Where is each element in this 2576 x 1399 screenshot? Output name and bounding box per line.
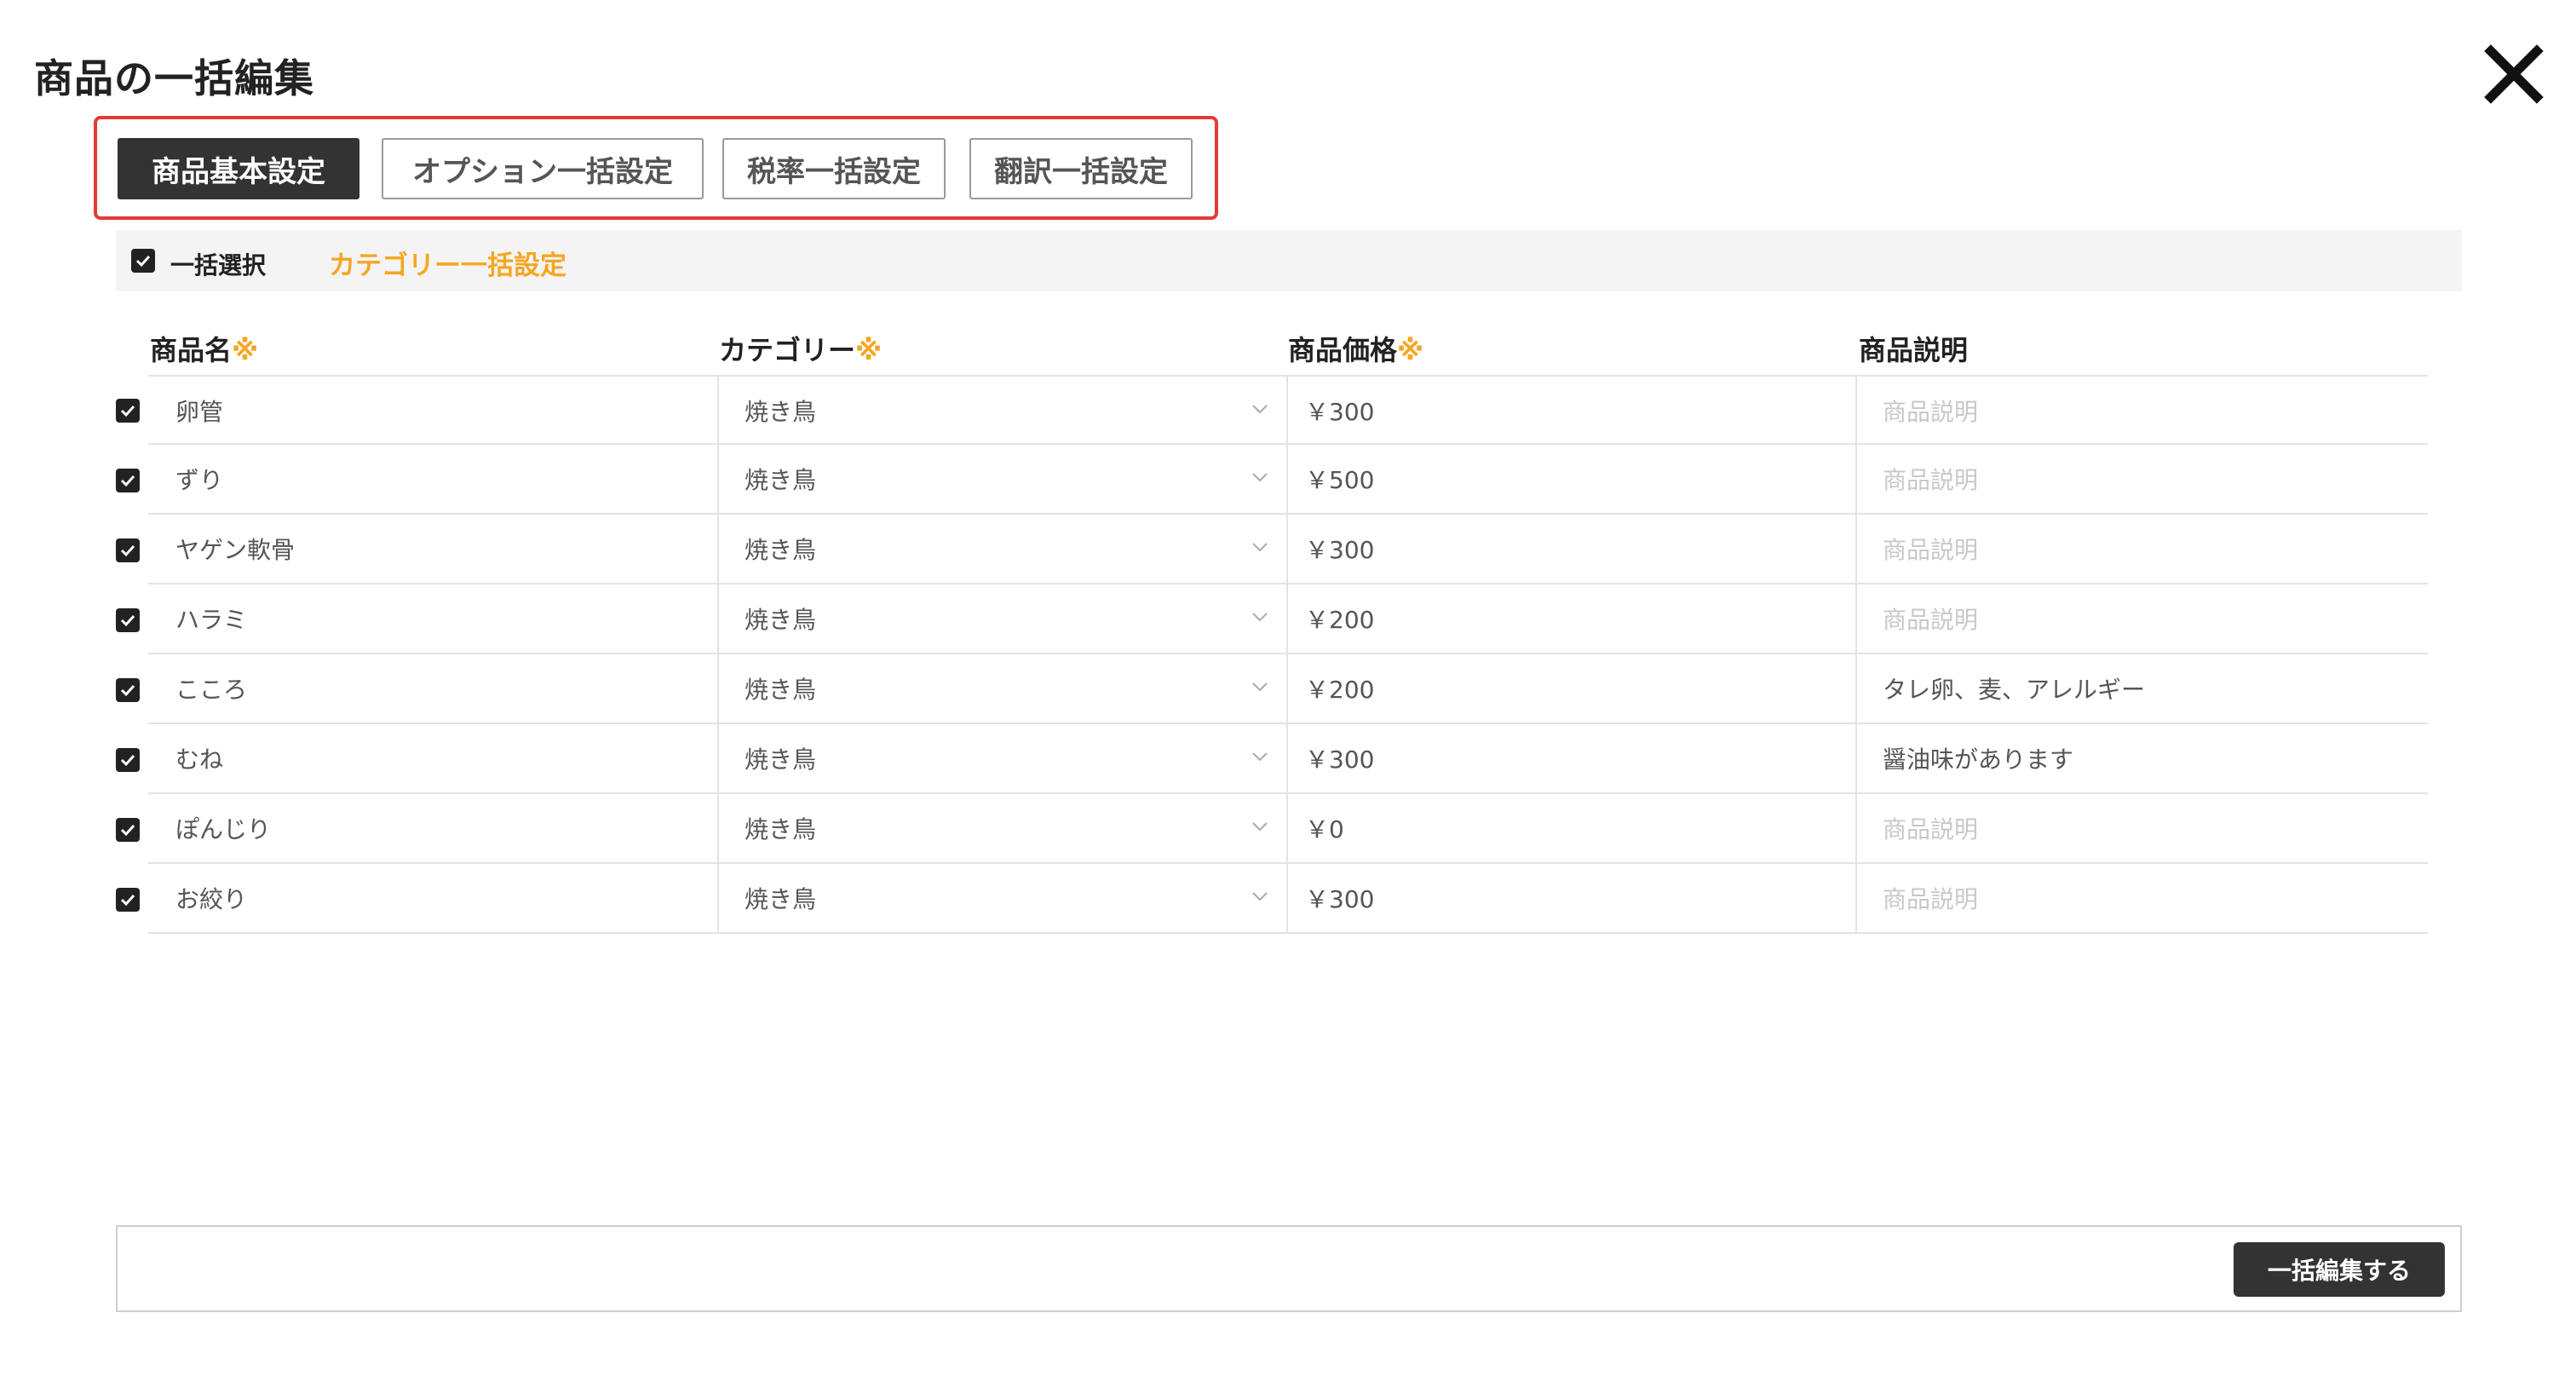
product-description-input[interactable]: 醤油味があります: [1855, 724, 2428, 792]
select-all-label: 一括選択: [170, 251, 267, 279]
chevron-down-icon: [1252, 473, 1268, 482]
row-checkbox[interactable]: [116, 608, 140, 632]
product-description-input[interactable]: 商品説明: [1855, 864, 2428, 932]
product-name-input[interactable]: ヤゲン軟骨: [175, 515, 716, 583]
checkmark-icon: [120, 614, 135, 627]
category-select[interactable]: 焼き鳥: [717, 654, 1286, 723]
checkmark-icon: [120, 754, 135, 767]
bulk-edit-button[interactable]: 一括編集する: [2234, 1242, 2445, 1297]
checkmark-icon: [120, 475, 135, 487]
column-header-name: 商品名※: [150, 329, 258, 368]
chevron-down-icon: [1252, 822, 1268, 832]
category-select-value: 焼き鳥: [745, 676, 817, 704]
row-checkbox[interactable]: [116, 399, 140, 423]
category-select-value: 焼き鳥: [745, 815, 817, 843]
product-name-input[interactable]: お絞り: [175, 864, 716, 932]
product-price-input[interactable]: ￥200: [1286, 654, 1855, 723]
table-row: ハラミ 焼き鳥 ￥200 商品説明: [148, 584, 2428, 654]
row-checkbox[interactable]: [116, 888, 140, 912]
product-price-input[interactable]: ￥200: [1286, 584, 1855, 653]
column-header-price: 商品価格※: [1288, 329, 1423, 368]
product-name-input[interactable]: ハラミ: [175, 584, 716, 653]
product-name-input[interactable]: むね: [175, 724, 716, 792]
category-select[interactable]: 焼き鳥: [717, 515, 1286, 583]
select-bar: 一括選択 カテゴリー一括設定: [116, 230, 2462, 291]
category-select[interactable]: 焼き鳥: [717, 445, 1286, 513]
table-row: むね 焼き鳥 ￥300 醤油味があります: [148, 724, 2428, 794]
footer-bar: [116, 1225, 2462, 1312]
checkmark-icon: [120, 544, 135, 557]
chevron-down-icon: [1252, 682, 1268, 692]
tab-basic-settings[interactable]: 商品基本設定: [118, 138, 359, 199]
column-header-name-label: 商品名: [150, 334, 233, 366]
checkmark-icon: [120, 684, 135, 697]
product-price-input[interactable]: ￥0: [1286, 794, 1855, 862]
table-row: 卵管 焼き鳥 ￥300 商品説明: [148, 375, 2428, 445]
product-description-input[interactable]: 商品説明: [1855, 445, 2428, 513]
product-description-input[interactable]: 商品説明: [1855, 794, 2428, 862]
category-select-value: 焼き鳥: [745, 466, 817, 494]
category-select-value: 焼き鳥: [745, 606, 817, 634]
column-header-category: カテゴリー※: [719, 329, 882, 368]
product-price-input[interactable]: ￥500: [1286, 445, 1855, 513]
required-mark: ※: [232, 334, 259, 366]
category-select[interactable]: 焼き鳥: [717, 864, 1286, 932]
tab-translation-bulk-settings[interactable]: 翻訳一括設定: [969, 138, 1193, 199]
category-select[interactable]: 焼き鳥: [717, 584, 1286, 653]
product-name-input[interactable]: こころ: [175, 654, 716, 723]
product-price-input[interactable]: ￥300: [1286, 724, 1855, 792]
bulk-edit-dialog: 商品の一括編集 商品基本設定 オプション一括設定 税率一括設定 翻訳一括設定 一…: [0, 0, 2576, 1399]
row-checkbox[interactable]: [116, 818, 140, 842]
chevron-down-icon: [1252, 543, 1268, 552]
row-checkbox[interactable]: [116, 678, 140, 702]
checkmark-icon: [120, 405, 135, 417]
tab-option-bulk-settings[interactable]: オプション一括設定: [382, 138, 704, 199]
required-mark: ※: [1397, 334, 1424, 366]
close-button[interactable]: [2484, 44, 2544, 104]
row-checkbox[interactable]: [116, 538, 140, 562]
select-all-checkbox[interactable]: [131, 249, 155, 273]
product-name-input[interactable]: ずり: [175, 445, 716, 513]
product-name-input[interactable]: ぽんじり: [175, 794, 716, 862]
checkmark-icon: [120, 894, 135, 907]
checkmark-icon: [120, 824, 135, 837]
checkmark-icon: [135, 255, 151, 268]
row-checkbox[interactable]: [116, 469, 140, 492]
category-select[interactable]: 焼き鳥: [717, 377, 1286, 445]
tab-tax-bulk-settings[interactable]: 税率一括設定: [722, 138, 946, 199]
category-select[interactable]: 焼き鳥: [717, 724, 1286, 792]
product-description-input[interactable]: 商品説明: [1855, 515, 2428, 583]
product-description-input[interactable]: 商品説明: [1855, 377, 2428, 445]
chevron-down-icon: [1252, 892, 1268, 901]
category-select-value: 焼き鳥: [745, 398, 817, 426]
product-description-input[interactable]: 商品説明: [1855, 584, 2428, 653]
table-row: お絞り 焼き鳥 ￥300 商品説明: [148, 864, 2428, 934]
column-header-price-label: 商品価格: [1288, 334, 1398, 366]
category-select-value: 焼き鳥: [745, 536, 817, 564]
table-row: こころ 焼き鳥 ￥200 タレ卵、麦、アレルギー: [148, 654, 2428, 724]
product-price-input[interactable]: ￥300: [1286, 864, 1855, 932]
category-select-value: 焼き鳥: [745, 885, 817, 913]
dialog-title: 商品の一括編集: [34, 55, 314, 101]
product-price-input[interactable]: ￥300: [1286, 515, 1855, 583]
chevron-down-icon: [1252, 613, 1268, 622]
category-select-value: 焼き鳥: [745, 746, 817, 774]
product-price-input[interactable]: ￥300: [1286, 377, 1855, 445]
row-checkbox[interactable]: [116, 748, 140, 772]
close-icon: [2484, 44, 2544, 104]
product-name-input[interactable]: 卵管: [175, 377, 716, 445]
tab-group: 商品基本設定 オプション一括設定 税率一括設定 翻訳一括設定: [94, 116, 1218, 220]
category-select[interactable]: 焼き鳥: [717, 794, 1286, 862]
category-bulk-settings-link[interactable]: カテゴリー一括設定: [329, 244, 566, 282]
product-description-input[interactable]: タレ卵、麦、アレルギー: [1855, 654, 2428, 723]
chevron-down-icon: [1252, 752, 1268, 762]
table-row: ぽんじり 焼き鳥 ￥0 商品説明: [148, 794, 2428, 864]
table-row: ヤゲン軟骨 焼き鳥 ￥300 商品説明: [148, 515, 2428, 584]
chevron-down-icon: [1252, 405, 1268, 414]
column-header-description: 商品説明: [1859, 334, 1969, 366]
column-header-category-label: カテゴリー: [719, 334, 856, 366]
required-mark: ※: [855, 334, 883, 366]
table-row: ずり 焼き鳥 ￥500 商品説明: [148, 445, 2428, 515]
